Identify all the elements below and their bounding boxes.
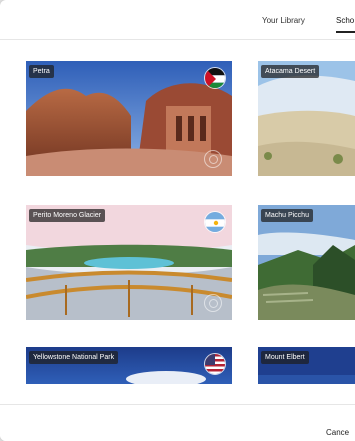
tour-card-machu-picchu[interactable]: Machu Picchu <box>258 205 355 320</box>
tour-card-title: Petra <box>29 65 54 78</box>
tour-card-petra[interactable]: Petra <box>26 61 232 176</box>
tour-card-title: Perito Moreno Glacier <box>29 209 106 222</box>
perito-moreno-panorama-image <box>26 205 232 320</box>
tab-school[interactable]: Scho <box>336 16 355 33</box>
petra-panorama-image <box>26 61 232 176</box>
machu-picchu-panorama-image <box>258 205 355 320</box>
tab-your-library[interactable]: Your Library <box>262 16 305 25</box>
tour-card-title: Atacama Desert <box>261 65 320 78</box>
argentina-flag-icon <box>204 211 226 233</box>
dialog-footer: Cance <box>0 404 355 441</box>
atacama-panorama-image <box>258 61 355 176</box>
usa-flag-icon <box>204 353 226 375</box>
tour-card-mount-elbert[interactable]: Mount Elbert <box>258 347 355 384</box>
tour-card-title: Mount Elbert <box>261 351 309 364</box>
tour-card-perito-moreno-glacier[interactable]: Perito Moreno Glacier <box>26 205 232 320</box>
tab-bar: Your Library Scho <box>0 0 355 40</box>
tour-card-atacama-desert[interactable]: Atacama Desert <box>258 61 355 176</box>
tour-card-title: Machu Picchu <box>261 209 313 222</box>
cancel-button[interactable]: Cance <box>326 428 349 437</box>
select-tour-dialog: Your Library Scho Petra Atacama Desert P… <box>0 0 355 441</box>
tour-card-title: Yellowstone National Park <box>29 351 119 364</box>
jordan-flag-icon <box>204 67 226 89</box>
tour-card-yellowstone-national-park[interactable]: Yellowstone National Park <box>26 347 232 384</box>
panorama-360-icon <box>204 150 222 168</box>
panorama-360-icon <box>204 294 222 312</box>
